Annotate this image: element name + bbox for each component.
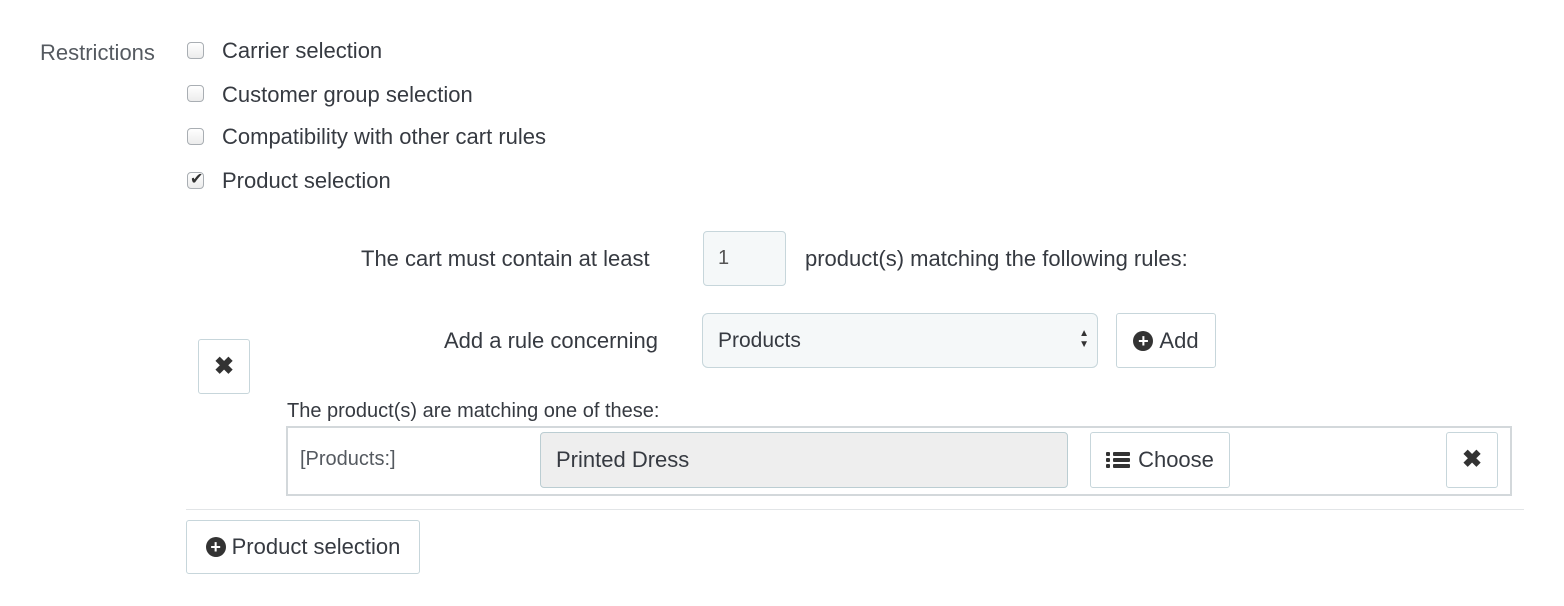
checkbox-box[interactable] — [187, 128, 204, 145]
carrier-selection-checkbox[interactable] — [187, 42, 204, 59]
cart-min-prefix: The cart must contain at least — [361, 246, 650, 271]
matching-label: The product(s) are matching one of these… — [287, 400, 660, 422]
cart-min-suffix: product(s) matching the following rules: — [805, 246, 1188, 271]
cart-min-quantity-value: 1 — [718, 247, 730, 269]
compatibility-cart-rules-label[interactable]: Compatibility with other cart rules — [222, 124, 546, 150]
rule-type-selected: Products — [718, 328, 801, 352]
checkmark-icon: ✔ — [190, 171, 204, 188]
close-icon: ✖ — [213, 352, 235, 380]
selected-products-field[interactable]: Printed Dress — [540, 432, 1068, 488]
add-rule-label: Add a rule concerning — [444, 328, 659, 353]
checkbox-box[interactable]: ✔ — [187, 171, 204, 189]
remove-rule-button[interactable]: ✖ — [1446, 432, 1498, 488]
plus-circle-icon: + — [205, 537, 226, 557]
customer-group-selection-checkbox[interactable] — [187, 85, 204, 102]
checkbox-box[interactable] — [187, 85, 204, 102]
select-arrows-icon: ▲ ▼ — [1079, 328, 1089, 350]
rule-type-select[interactable]: Products ▲ ▼ — [702, 313, 1098, 368]
choose-button-label: Choose — [1138, 447, 1214, 472]
carrier-selection-label[interactable]: Carrier selection — [222, 38, 382, 64]
rule-type-label: [Products:] — [300, 448, 396, 470]
list-icon — [1106, 451, 1131, 469]
restrictions-label: Restrictions — [40, 40, 155, 65]
product-selection-checkbox[interactable]: ✔ — [187, 171, 204, 189]
add-product-selection-label: Product selection — [231, 534, 401, 559]
checkbox-box[interactable] — [187, 42, 204, 59]
divider — [186, 509, 1524, 510]
cart-min-quantity-input[interactable]: 1 — [703, 231, 786, 286]
plus-circle-icon: + — [1133, 330, 1154, 351]
customer-group-selection-label[interactable]: Customer group selection — [222, 82, 473, 108]
product-selection-label[interactable]: Product selection — [222, 168, 391, 194]
remove-rule-group-button[interactable]: ✖ — [198, 339, 250, 394]
add-product-selection-button[interactable]: + Product selection — [186, 520, 420, 574]
add-rule-button-label: Add — [1159, 327, 1199, 353]
close-icon: ✖ — [1461, 446, 1483, 473]
choose-products-button[interactable]: Choose — [1090, 432, 1230, 488]
add-rule-button[interactable]: + Add — [1116, 313, 1216, 368]
selected-products-value: Printed Dress — [556, 447, 690, 472]
compatibility-cart-rules-checkbox[interactable] — [187, 128, 204, 145]
